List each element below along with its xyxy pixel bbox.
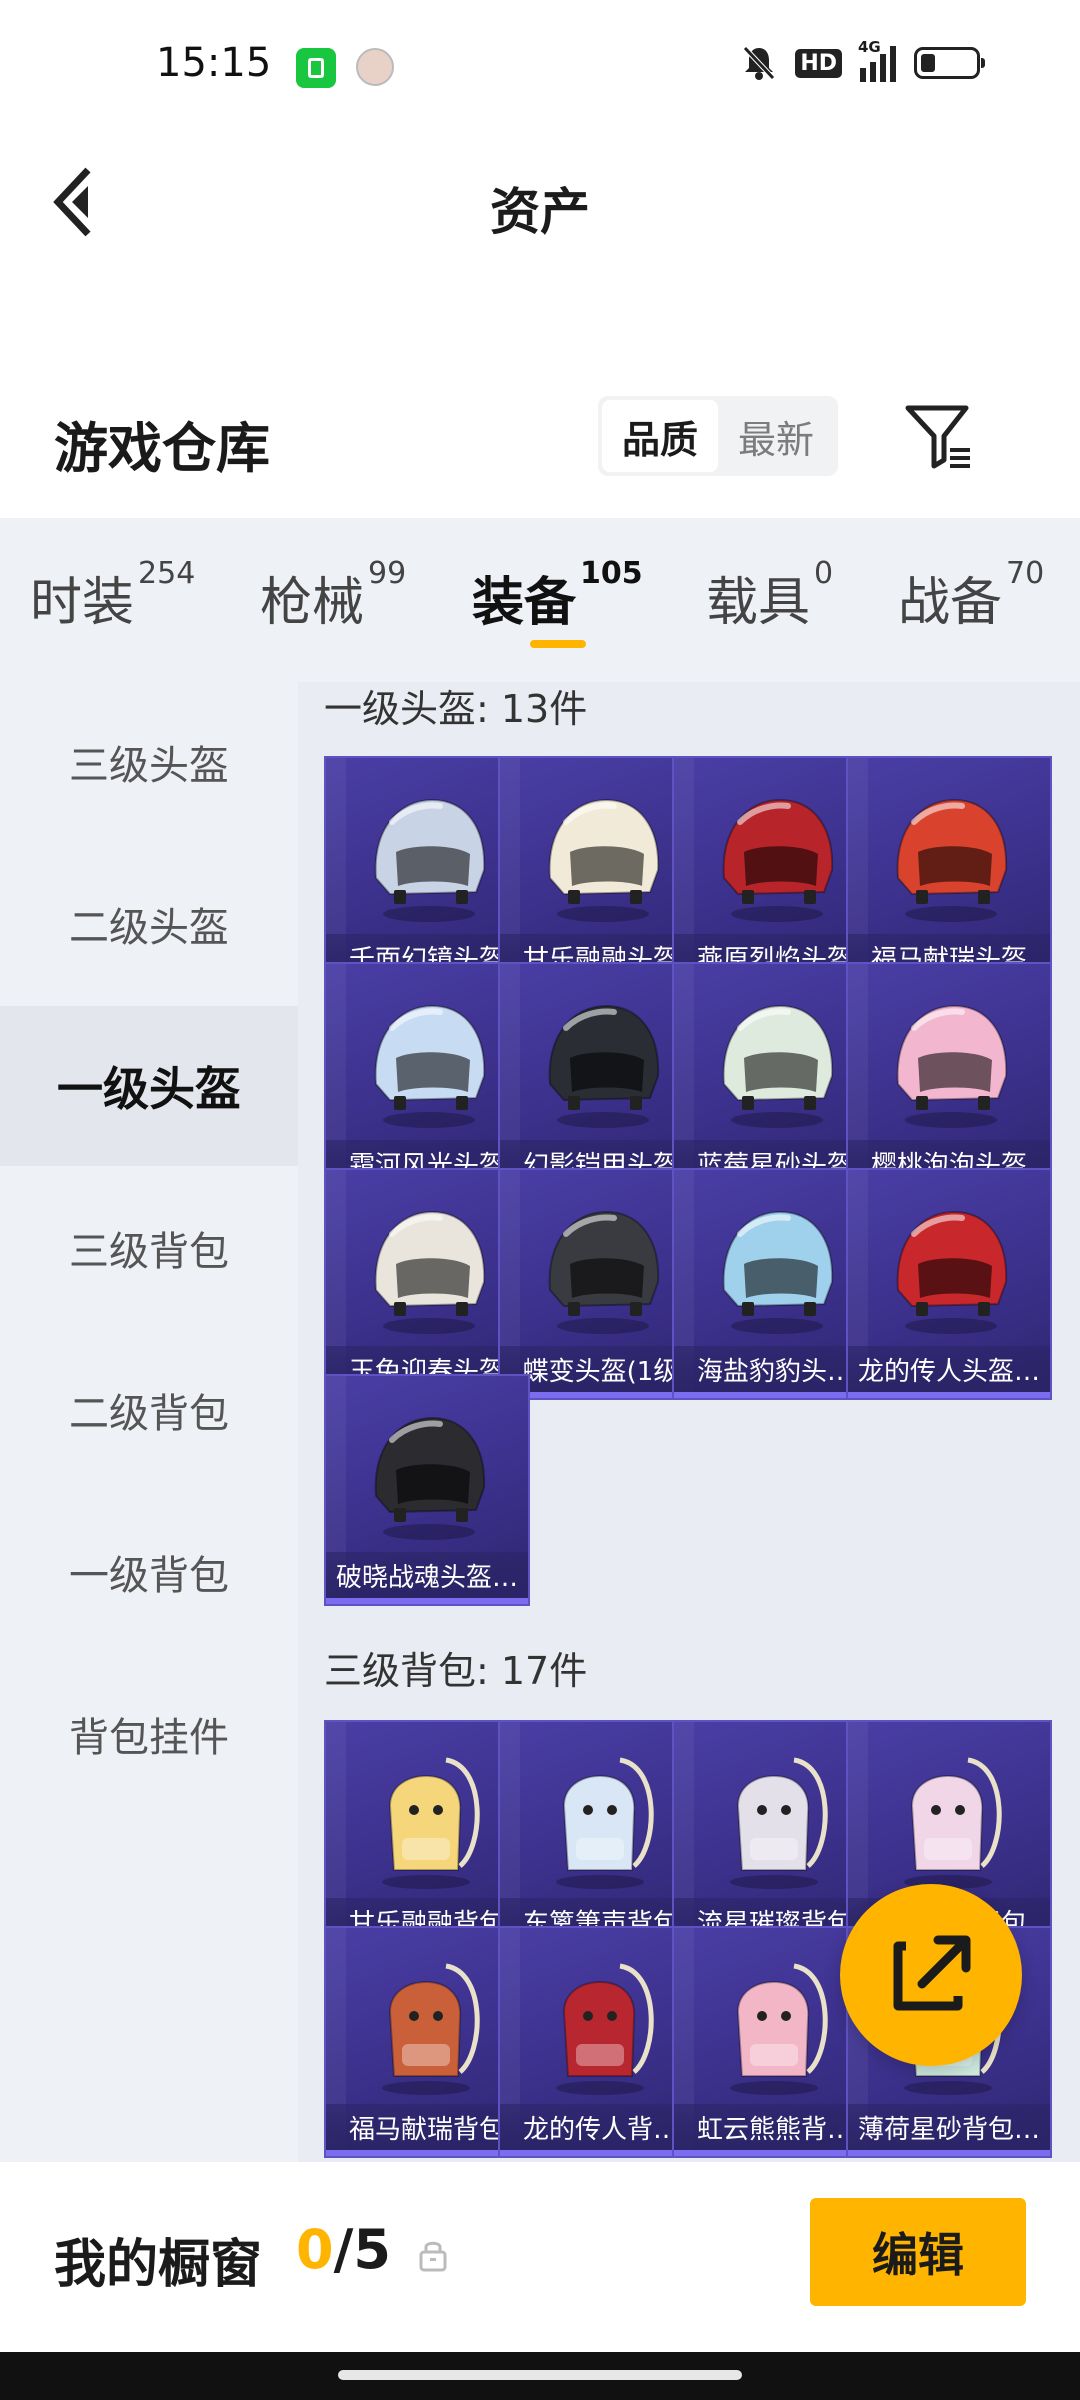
section-title-helmets: 一级头盔: 13件 <box>324 687 588 731</box>
helmet-icon <box>722 798 834 922</box>
backpack-icon <box>730 1757 828 1889</box>
showcase-max: 5 <box>353 2218 391 2281</box>
sidebar-item-level3-helmet[interactable]: 三级头盔 <box>0 682 298 842</box>
sort-toggle: 品质 最新 <box>598 396 838 476</box>
showcase-separator: / <box>333 2218 354 2281</box>
subcategory-sidebar: 三级头盔 二级头盔 一级头盔 三级背包 二级背包 一级背包 背包挂件 <box>0 682 298 2162</box>
backpack-icon <box>382 1757 480 1889</box>
sidebar-item-backpack-charm[interactable]: 背包挂件 <box>0 1654 298 1814</box>
helmet-icon <box>896 1210 1008 1334</box>
sidebar-item-level1-helmet[interactable]: 一级头盔 <box>0 1006 298 1166</box>
tab-label: 枪械 <box>260 573 365 633</box>
lock-icon <box>419 2241 447 2272</box>
helmet-icon <box>374 1416 486 1540</box>
section-title-backpacks: 三级背包: 17件 <box>324 1649 588 1693</box>
page-title: 资产 <box>490 183 590 241</box>
helmet-icon <box>722 1004 834 1128</box>
sidebar-item-level2-backpack[interactable]: 二级背包 <box>0 1330 298 1490</box>
edit-button[interactable]: 编辑 <box>810 2198 1026 2306</box>
helmet-icon <box>548 1210 660 1334</box>
tab-vehicles[interactable]: 载具 0 <box>706 556 833 635</box>
tab-firearms[interactable]: 枪械 99 <box>260 556 406 635</box>
item-name: 龙的传人头盔… <box>848 1346 1050 1398</box>
helmet-card[interactable]: 破晓战魂头盔… <box>324 1374 530 1606</box>
sidebar-item-level2-helmet[interactable]: 二级头盔 <box>0 844 298 1004</box>
helmet-card[interactable]: 樱桃泡泡头盔 <box>846 962 1052 1194</box>
item-name: 破晓战魂头盔… <box>326 1552 528 1604</box>
helmet-icon <box>896 1004 1008 1128</box>
network-type: 4G <box>858 38 881 56</box>
tab-count: 0 <box>814 556 834 591</box>
backpack-icon <box>556 1963 654 2095</box>
sort-newest-button[interactable]: 最新 <box>718 400 834 472</box>
helmet-card[interactable]: 龙的传人头盔… <box>846 1168 1052 1400</box>
tab-equipment[interactable]: 装备 105 <box>472 556 643 635</box>
status-time: 15:15 <box>156 40 272 86</box>
helmet-icon <box>374 1004 486 1128</box>
tab-label: 装备 <box>472 573 577 633</box>
helmet-icon <box>374 1210 486 1334</box>
backpack-icon <box>382 1963 480 2095</box>
bell-muted-icon <box>743 46 776 80</box>
card-accent-line <box>848 1392 1050 1398</box>
item-name: 薄荷星砂背包… <box>848 2104 1050 2156</box>
helmet-icon <box>374 798 486 922</box>
status-bar: 15:15 HD 4G <box>0 0 1080 130</box>
card-accent-line <box>326 1598 528 1604</box>
helmet-card[interactable]: 福马献瑞头盔 <box>846 756 1052 988</box>
helmet-icon <box>896 798 1008 922</box>
home-gesture-handle[interactable] <box>338 2370 742 2380</box>
backpack-icon <box>904 1757 1002 1889</box>
sort-quality-button[interactable]: 品质 <box>602 400 718 472</box>
tab-count: 105 <box>580 556 643 591</box>
showcase-count: 0/5 <box>296 2218 391 2281</box>
tab-count: 70 <box>1006 556 1045 591</box>
filter-icon[interactable] <box>904 402 974 472</box>
showcase-current: 0 <box>296 2218 334 2281</box>
helmet-icon <box>548 1004 660 1128</box>
tab-count: 99 <box>368 556 407 591</box>
hd-icon: HD <box>795 48 842 78</box>
tab-combat-prep[interactable]: 战备 70 <box>898 556 1044 635</box>
active-tab-indicator <box>530 640 586 648</box>
helmet-icon <box>548 798 660 922</box>
card-accent-line <box>848 2150 1050 2156</box>
share-icon <box>893 1935 971 2011</box>
tab-label: 时装 <box>30 573 135 633</box>
tab-label: 战备 <box>898 573 1003 633</box>
sidebar-item-level1-backpack[interactable]: 一级背包 <box>0 1492 298 1652</box>
warehouse-title: 游戏仓库 <box>54 417 270 480</box>
backpack-icon <box>730 1963 828 2095</box>
tab-fashion[interactable]: 时装 254 <box>30 556 195 635</box>
avatar-notification-icon <box>356 48 394 86</box>
tab-count: 254 <box>138 556 196 591</box>
battery-icon <box>914 47 985 79</box>
tab-label: 载具 <box>706 573 811 633</box>
app-notification-icon <box>296 48 336 88</box>
share-button[interactable] <box>840 1884 1022 2066</box>
sidebar-item-level3-backpack[interactable]: 三级背包 <box>0 1168 298 1328</box>
backpack-icon <box>556 1757 654 1889</box>
signal-icon: 4G <box>858 38 896 82</box>
helmet-icon <box>722 1210 834 1334</box>
showcase-label: 我的橱窗 <box>54 2235 263 2295</box>
